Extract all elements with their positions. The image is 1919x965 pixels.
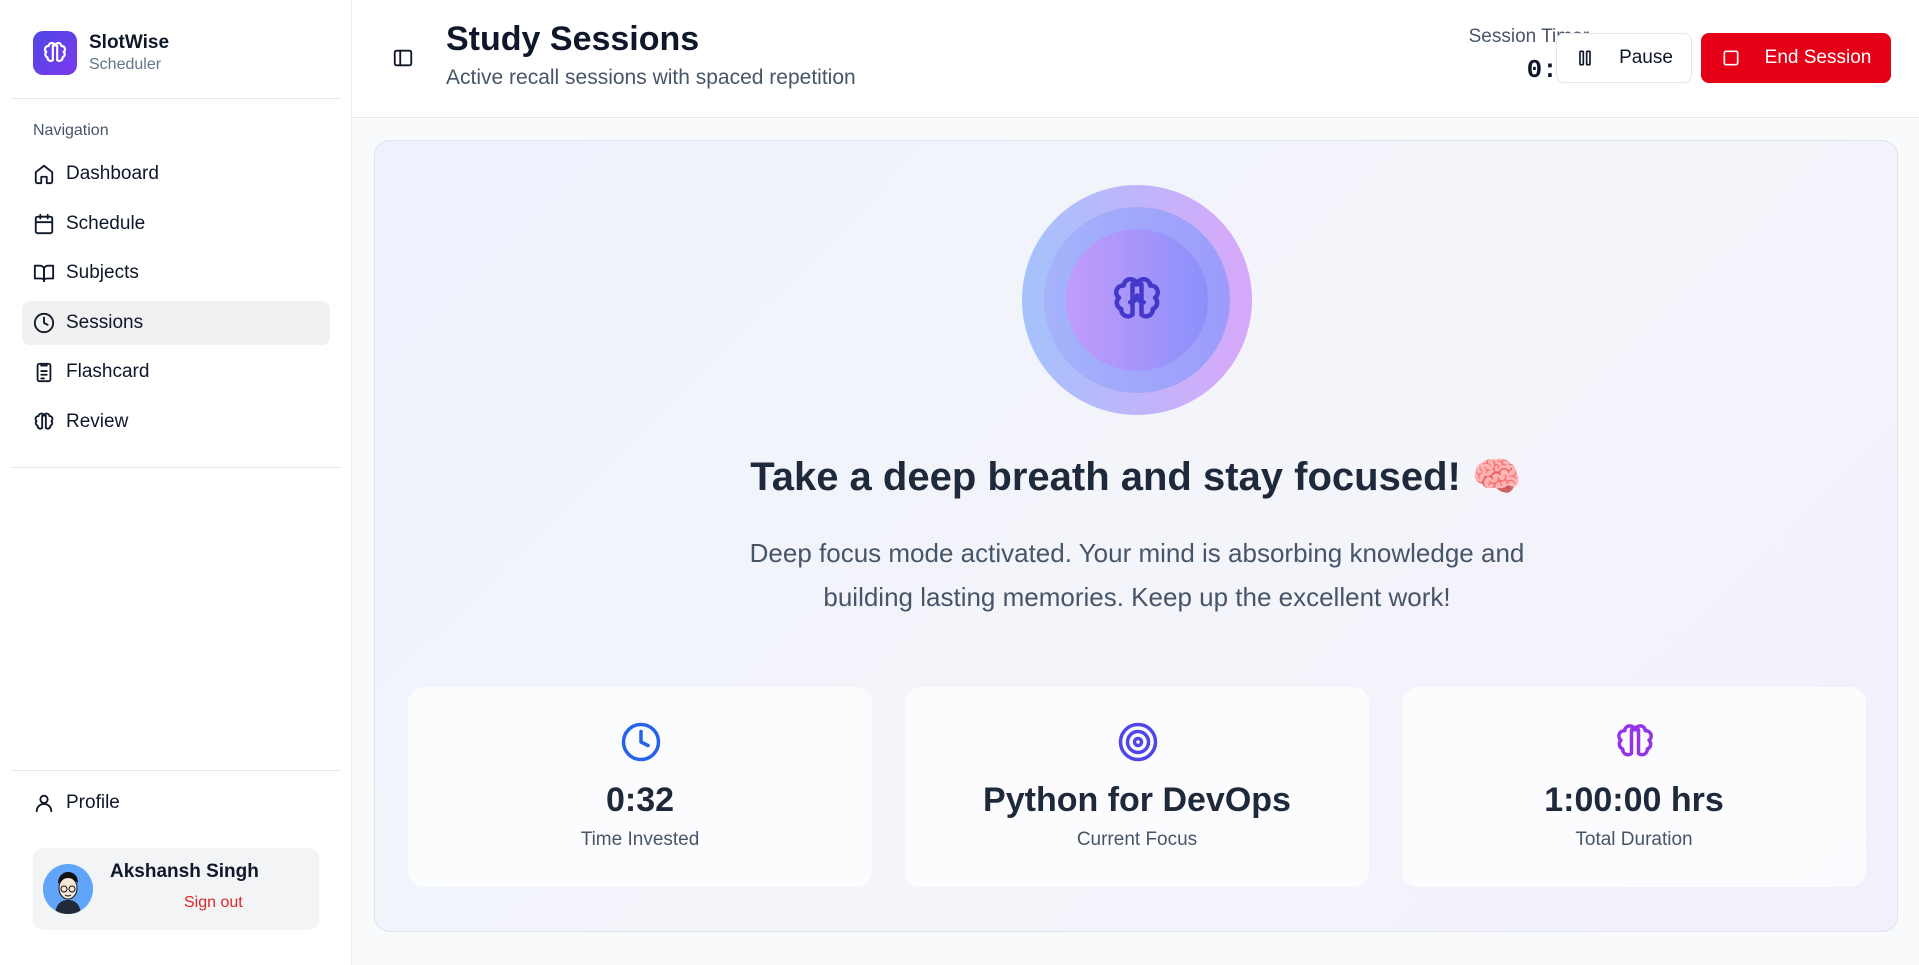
brand-subtitle: Scheduler — [89, 56, 162, 73]
sidebar-toggle-icon[interactable] — [392, 47, 414, 69]
sidebar-item-schedule[interactable]: Schedule — [22, 202, 330, 246]
divider — [11, 770, 341, 771]
sidebar-item-label: Dashboard — [66, 163, 159, 184]
pause-icon — [1579, 50, 1591, 66]
sidebar-nav: Dashboard Schedule Subjects Sessions Fla… — [22, 152, 330, 449]
stat-value: 1:00:00 hrs — [1544, 781, 1724, 819]
clipboard-icon — [36, 362, 52, 383]
sign-out-link[interactable]: Sign out — [184, 894, 243, 912]
focus-card: Take a deep breath and stay focused! 🧠 D… — [374, 140, 1898, 932]
profile-link[interactable]: Profile — [33, 792, 120, 814]
home-icon — [34, 164, 54, 185]
clock-icon — [621, 722, 661, 762]
user-name: Akshansh Singh — [110, 861, 259, 882]
brain-icon — [33, 31, 77, 75]
sidebar-item-review[interactable]: Review — [22, 400, 330, 444]
sidebar-item-flashcard[interactable]: Flashcard — [22, 350, 330, 394]
sidebar-item-dashboard[interactable]: Dashboard — [22, 152, 330, 196]
sidebar-item-sessions[interactable]: Sessions — [22, 300, 330, 345]
brand-name: SlotWise — [89, 32, 170, 53]
avatar[interactable] — [43, 864, 93, 914]
brain-icon — [34, 412, 54, 430]
sidebar-item-label: Sessions — [66, 311, 144, 333]
stat-total-duration: 1:00:00 hrs Total Duration — [1402, 687, 1866, 887]
end-session-button[interactable]: End Session — [1701, 33, 1891, 83]
focus-headline: Take a deep breath and stay focused! 🧠 — [750, 455, 1522, 499]
page-subtitle: Active recall sessions with spaced repet… — [446, 66, 856, 89]
stat-label: Total Duration — [1575, 829, 1693, 850]
book-icon — [33, 264, 55, 283]
user-icon — [35, 794, 53, 813]
sidebar-item-subjects[interactable]: Subjects — [22, 251, 330, 295]
brand[interactable]: SlotWise Scheduler — [33, 31, 169, 75]
sidebar-item-label: Subjects — [66, 262, 139, 283]
divider — [11, 98, 341, 99]
page-title: Study Sessions — [446, 20, 700, 58]
stat-time-invested: 0:32 Time Invested — [408, 687, 872, 887]
page-header: Study Sessions Active recall sessions wi… — [352, 0, 1919, 118]
stat-label: Current Focus — [1076, 829, 1198, 850]
stat-value: 0:32 — [605, 781, 675, 819]
stat-current-focus: Python for DevOps Current Focus — [905, 687, 1369, 887]
stat-label: Time Invested — [580, 829, 700, 850]
focus-description: Deep focus mode activated. Your mind is … — [749, 538, 1525, 612]
brain-icon — [1114, 276, 1160, 319]
user-card: Akshansh Singh Sign out — [33, 848, 319, 930]
main-content: Take a deep breath and stay focused! 🧠 D… — [352, 118, 1919, 965]
calendar-icon — [34, 213, 54, 234]
stat-value: Python for DevOps — [983, 781, 1291, 819]
brain-icon — [1617, 724, 1653, 757]
end-session-label: End Session — [1764, 47, 1872, 68]
sidebar: SlotWise Scheduler Navigation Dashboard … — [0, 0, 352, 965]
pause-button[interactable]: Pause — [1556, 33, 1692, 83]
sidebar-item-label: Flashcard — [66, 361, 150, 382]
sidebar-item-label: Review — [66, 410, 129, 432]
divider — [11, 467, 341, 468]
clock-icon — [33, 312, 55, 333]
sidebar-item-label: Schedule — [66, 212, 146, 234]
pause-label: Pause — [1619, 47, 1673, 68]
stop-icon — [1723, 50, 1739, 66]
target-icon — [1118, 722, 1158, 762]
nav-label: Navigation — [33, 122, 109, 139]
profile-label: Profile — [66, 792, 120, 813]
focus-orb — [1022, 185, 1252, 415]
